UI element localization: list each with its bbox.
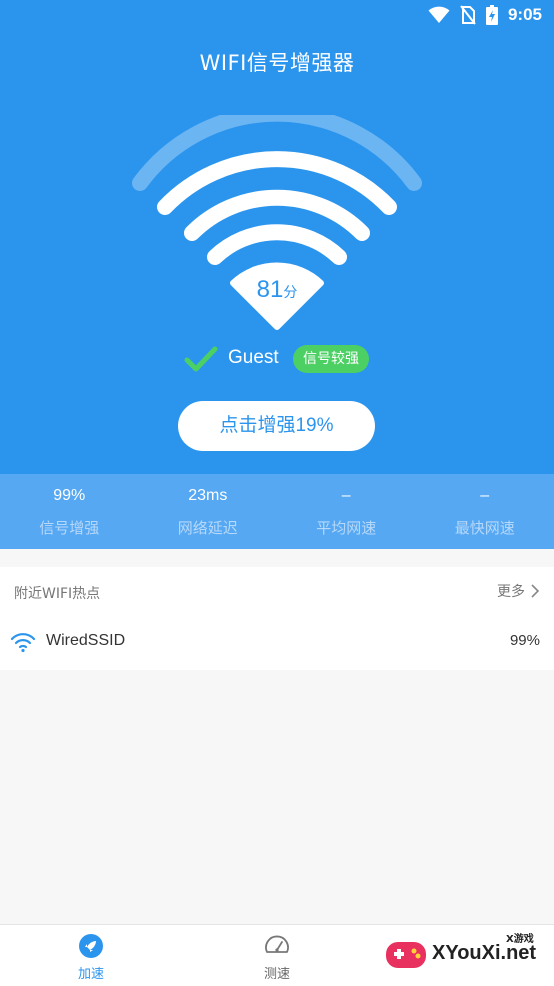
more-button[interactable]: 更多 — [497, 581, 540, 601]
score-unit: 分 — [283, 285, 298, 301]
hotspots-header: 附近WIFI热点 更多 — [0, 567, 554, 615]
stat-max-speed: – 最快网速 — [416, 474, 554, 549]
stat-value: – — [341, 487, 351, 504]
boost-button[interactable]: 点击增强19% — [178, 401, 375, 451]
watermark: XYouXi.net X游戏 — [380, 928, 550, 982]
stat-value: 99% — [53, 487, 86, 504]
nav-label: 测速 — [263, 967, 290, 982]
nav-item-speed-test[interactable]: 测速 — [232, 933, 322, 982]
watermark-text: XYouXi.net — [432, 942, 537, 964]
stat-signal-boost: 99% 信号增强 — [0, 474, 139, 549]
network-name: Guest — [228, 347, 279, 368]
chevron-right-icon — [531, 584, 540, 598]
no-sim-icon — [460, 5, 476, 25]
more-label: 更多 — [497, 584, 525, 600]
signal-badge: 信号较强 — [293, 345, 369, 373]
stat-value: – — [480, 487, 490, 504]
wifi-icon — [428, 6, 450, 23]
stat-label: 平均网速 — [316, 519, 377, 537]
connected-network: Guest 信号较强 — [0, 343, 554, 375]
gamepad-logo-icon — [386, 942, 426, 968]
rocket-icon — [79, 934, 103, 958]
stat-label: 信号增强 — [39, 519, 100, 537]
stat-avg-speed: – 平均网速 — [277, 474, 416, 549]
check-icon — [184, 346, 218, 372]
stat-label: 最快网速 — [454, 519, 515, 537]
nav-item-accelerate[interactable]: 加速 — [46, 933, 136, 982]
watermark-sub: X游戏 — [506, 934, 534, 945]
battery-charging-icon — [485, 5, 498, 25]
status-icons: 9:05 — [428, 4, 542, 26]
hotspot-signal: 99% — [509, 632, 540, 649]
hotspots-title: 附近WIFI热点 — [14, 586, 101, 602]
stat-value: 23ms — [188, 487, 228, 504]
signal-score: 81分 — [232, 276, 322, 304]
hotspot-name: WiredSSID — [46, 632, 126, 649]
score-value: 81 — [256, 276, 284, 303]
wifi-arc-1 — [207, 224, 347, 265]
status-time: 9:05 — [507, 5, 542, 24]
stat-label: 网络延迟 — [177, 519, 238, 537]
nav-label: 加速 — [77, 967, 104, 982]
stats-bar: 99% 信号增强 23ms 网络延迟 – 平均网速 – 最快网速 — [0, 474, 554, 549]
hotspot-row[interactable]: WiredSSID 99% — [0, 623, 554, 663]
wifi-outer-arc — [132, 115, 422, 191]
page-title: WIFI信号增强器 — [199, 51, 355, 75]
hero-panel: 9:05 WIFI信号增强器 81分 Guest 信号较强 点击增强19% — [0, 0, 554, 474]
wifi-icon — [10, 633, 36, 653]
speedometer-icon — [265, 935, 289, 953]
nearby-hotspots-card: 附近WIFI热点 更多 WiredSSID 99% — [0, 567, 554, 670]
stat-latency: 23ms 网络延迟 — [139, 474, 278, 549]
status-bar: 9:05 — [0, 0, 554, 30]
